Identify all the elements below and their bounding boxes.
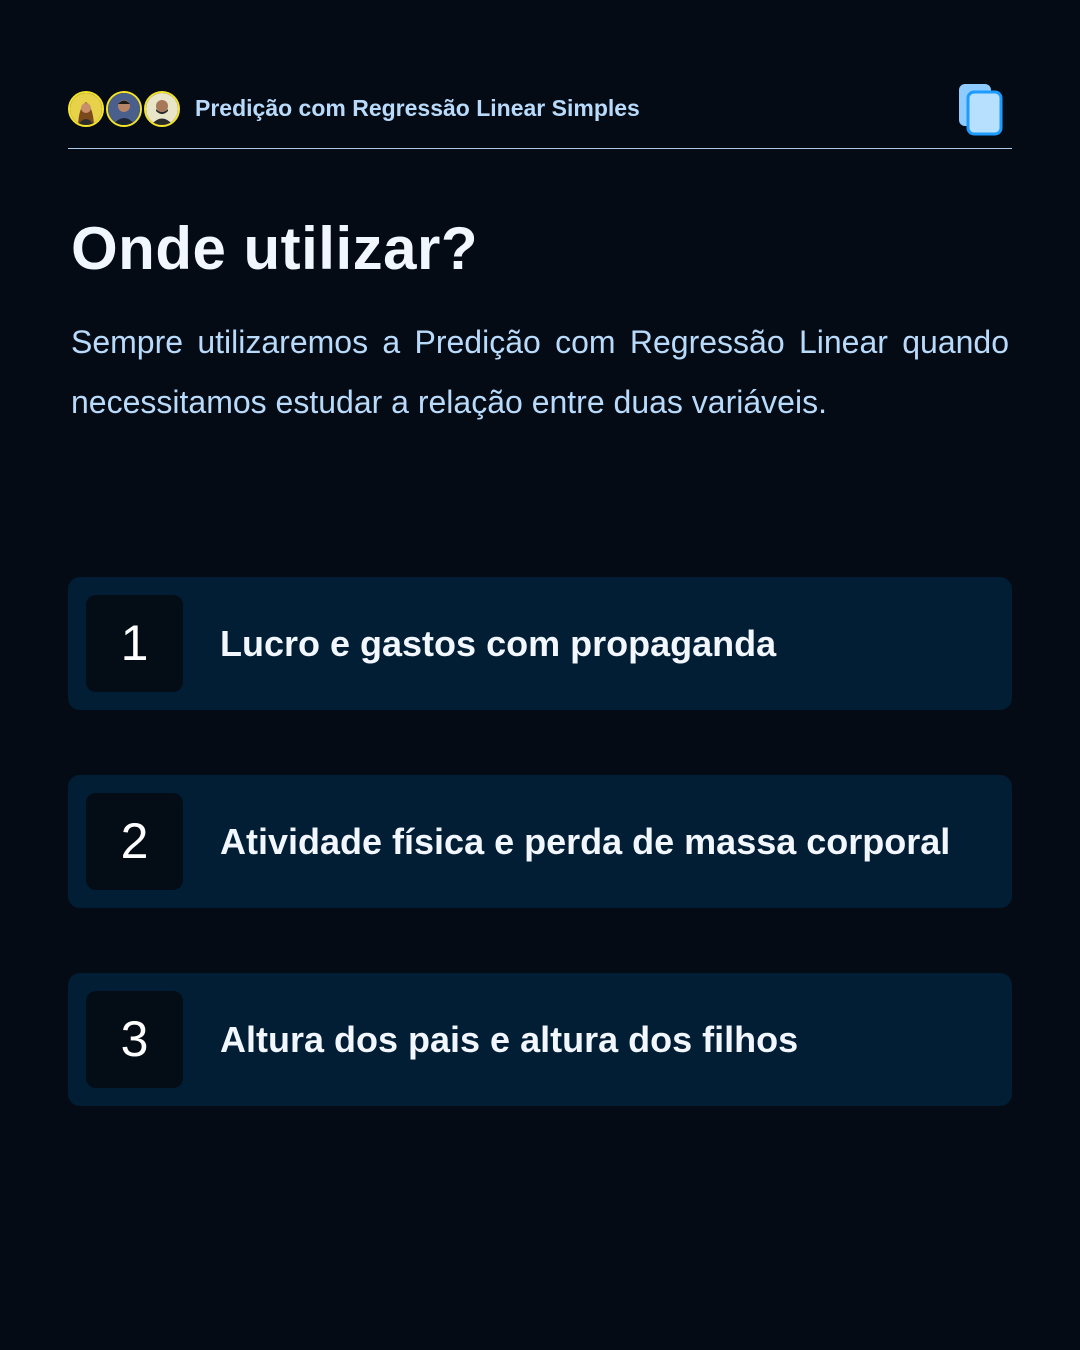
avatar (106, 91, 142, 127)
item-number: 2 (86, 793, 183, 890)
author-avatars (68, 91, 182, 127)
list-item: 2 Atividade física e perda de massa corp… (68, 775, 1012, 908)
avatar (68, 91, 104, 127)
list-item: 3 Altura dos pais e altura dos filhos (68, 973, 1012, 1106)
item-label: Lucro e gastos com propaganda (220, 623, 777, 664)
page-title: Onde utilizar? (71, 215, 479, 282)
item-number: 1 (86, 595, 183, 692)
use-case-list: 1 Lucro e gastos com propaganda 2 Ativid… (68, 577, 1012, 1171)
item-label: Atividade física e perda de massa corpor… (220, 821, 951, 862)
copy-icon[interactable] (958, 84, 1004, 136)
item-label: Altura dos pais e altura dos filhos (220, 1019, 799, 1060)
header-title: Predição com Regressão Linear Simples (195, 95, 640, 121)
list-item: 1 Lucro e gastos com propaganda (68, 577, 1012, 710)
avatar (144, 91, 180, 127)
item-number: 3 (86, 991, 183, 1088)
header: Predição com Regressão Linear Simples (68, 84, 1012, 149)
intro-paragraph: Sempre utilizaremos a Predição com Regre… (71, 324, 1009, 420)
